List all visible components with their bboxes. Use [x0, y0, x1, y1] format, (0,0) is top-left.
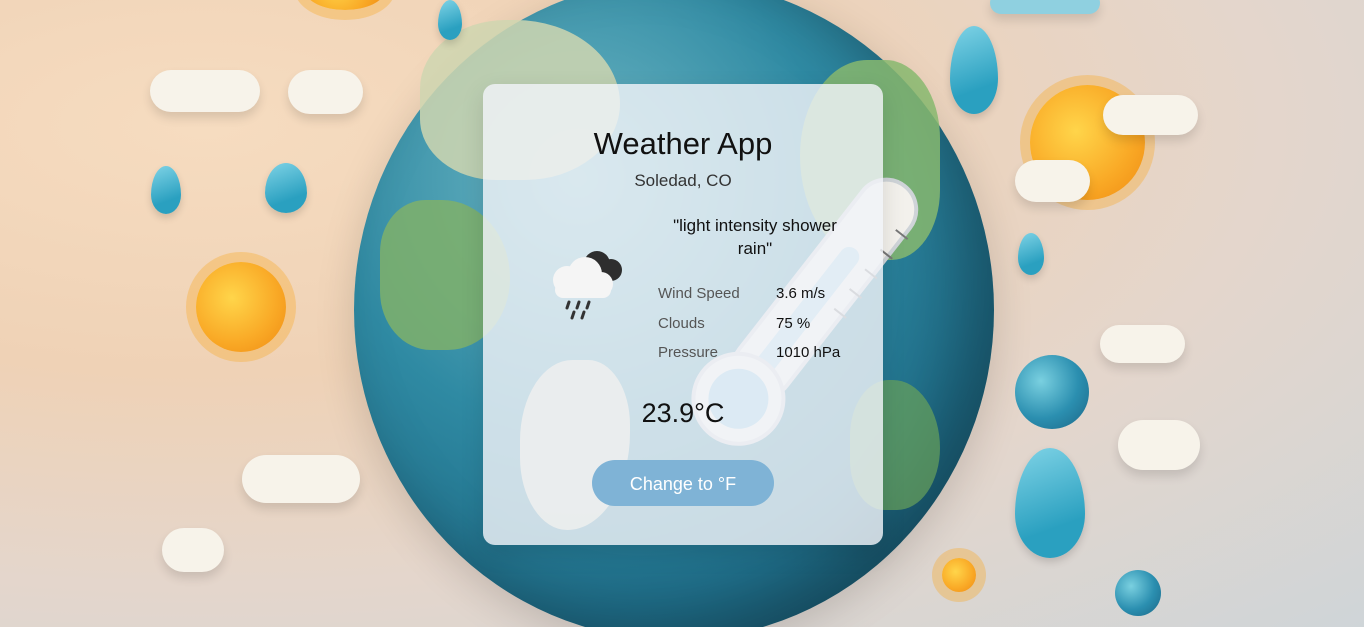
- raindrop-icon: [950, 26, 998, 114]
- sun-icon: [942, 558, 976, 592]
- raindrop-icon: [1015, 448, 1085, 558]
- raindrop-icon: [265, 163, 307, 213]
- cloud-icon: [242, 455, 360, 503]
- sun-icon: [305, 0, 385, 10]
- cloud-rain-icon: [553, 251, 622, 320]
- globe-icon: [1115, 570, 1161, 616]
- weather-description: "light intensity shower rain": [673, 216, 837, 258]
- sun-icon: [196, 262, 286, 352]
- detail-label: Pressure: [658, 344, 719, 362]
- raindrop-icon: [438, 0, 462, 40]
- detail-label: Wind Speed: [658, 285, 740, 303]
- weather-details: Wind Speed 3.6 m/s Clouds 75 % Pressure …: [658, 279, 858, 368]
- cloud-icon: [1015, 160, 1090, 202]
- cloud-icon: [1100, 325, 1185, 363]
- cloud-icon: [288, 70, 363, 114]
- change-unit-button[interactable]: Change to °F: [592, 460, 774, 506]
- detail-row-pressure: Pressure 1010 hPa: [658, 338, 858, 368]
- app-title: Weather App: [593, 126, 773, 161]
- cloud-icon: [990, 0, 1100, 14]
- cloud-icon: [1103, 95, 1198, 135]
- detail-label: Clouds: [658, 314, 705, 332]
- detail-row-clouds: Clouds 75 %: [658, 309, 858, 339]
- location-label: Soledad, CO: [634, 171, 732, 190]
- detail-value: 3.6 m/s: [776, 285, 826, 303]
- cloud-icon: [162, 528, 224, 572]
- raindrop-icon: [151, 166, 181, 214]
- raindrop-icon: [1018, 233, 1044, 275]
- cloud-icon: [150, 70, 260, 112]
- detail-value: 75 %: [776, 314, 811, 332]
- cloud-icon: [1118, 420, 1200, 470]
- temperature-value: 23.9°C: [641, 398, 725, 428]
- detail-value: 1010 hPa: [776, 344, 841, 362]
- weather-card: Weather App Soledad, CO "light intensity…: [483, 84, 883, 545]
- globe-icon: [1015, 355, 1089, 429]
- detail-row-wind: Wind Speed 3.6 m/s: [658, 279, 858, 309]
